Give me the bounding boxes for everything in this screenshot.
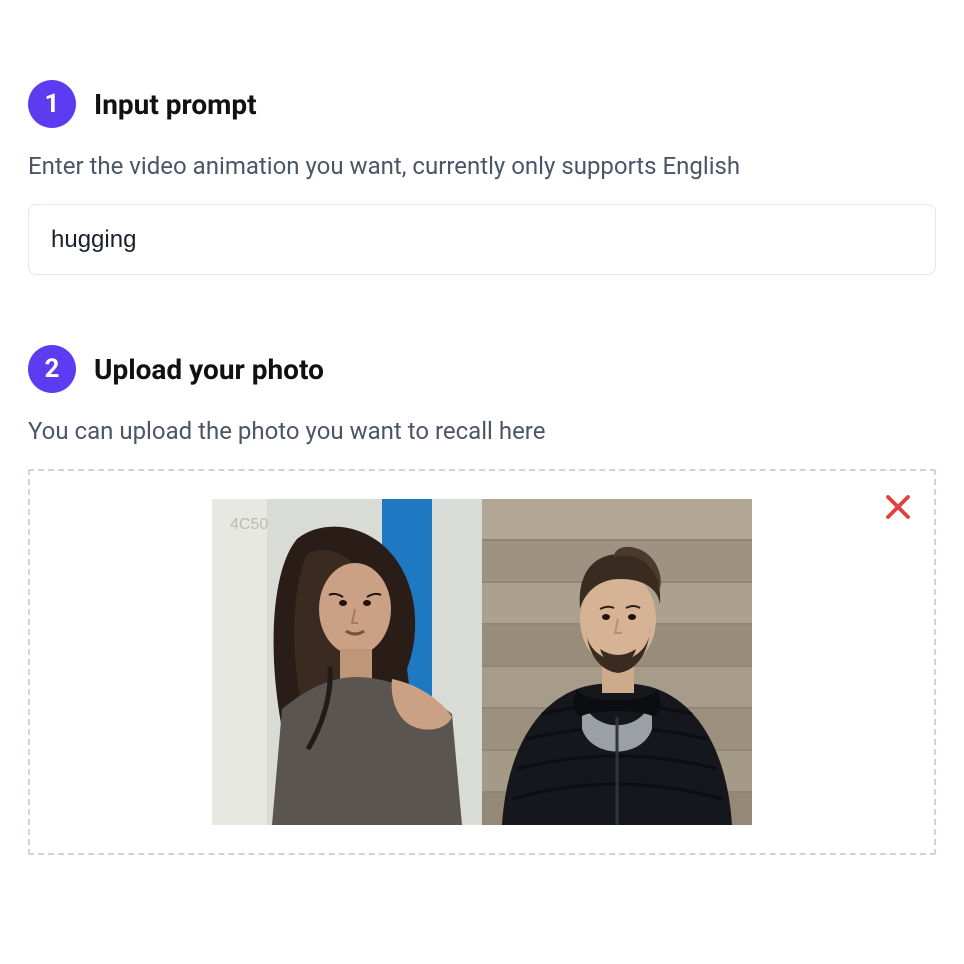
step2-number-badge: 2	[28, 345, 76, 393]
step1-description: Enter the video animation you want, curr…	[28, 150, 936, 184]
photo-right-person	[482, 499, 752, 825]
remove-photo-button[interactable]	[878, 487, 918, 527]
step1-title: Input prompt	[94, 88, 257, 121]
step1-number: 1	[45, 89, 60, 119]
photo-left-person: 4C50	[212, 499, 482, 825]
svg-text:4C50: 4C50	[230, 516, 268, 533]
step2-title: Upload your photo	[94, 353, 324, 386]
step1-number-badge: 1	[28, 80, 76, 128]
upload-dropzone[interactable]: 4C50	[28, 469, 936, 855]
prompt-input[interactable]	[28, 204, 936, 276]
step2-header: 2 Upload your photo	[28, 345, 936, 393]
step2-description: You can upload the photo you want to rec…	[28, 415, 936, 449]
step2-number: 2	[45, 354, 60, 384]
step1-header: 1 Input prompt	[28, 80, 936, 128]
close-icon	[883, 492, 913, 522]
uploaded-photo-preview: 4C50	[212, 499, 752, 825]
